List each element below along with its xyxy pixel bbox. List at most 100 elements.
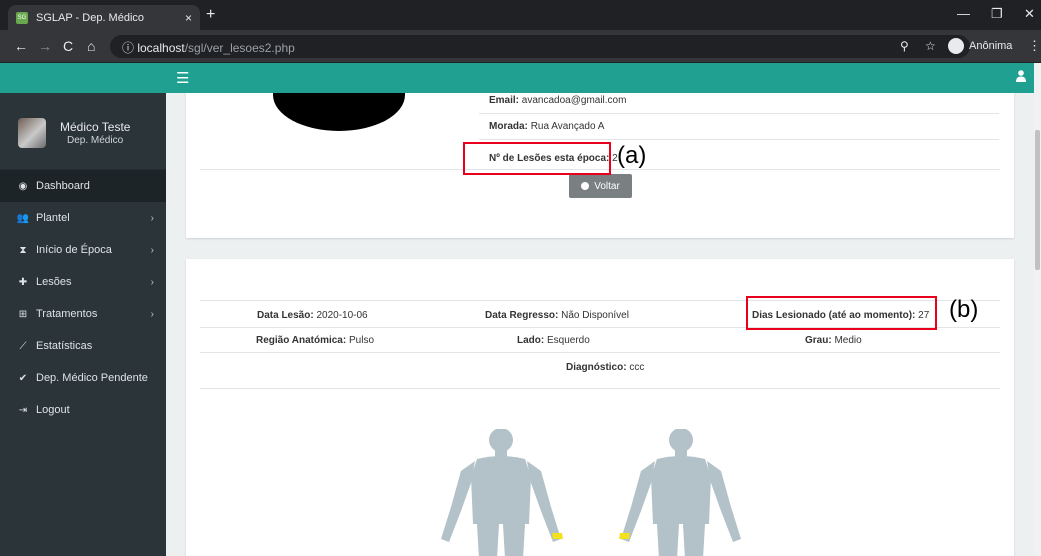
- tab-close-icon[interactable]: ×: [185, 11, 192, 25]
- injury-marker: [552, 533, 563, 539]
- morada-row: Morada: Rua Avançado A: [489, 121, 604, 132]
- sidebar-item-plantel[interactable]: 👥 Plantel ›: [0, 202, 166, 234]
- data-regresso-value: Não Disponível: [561, 310, 629, 321]
- chart-icon: ⟋: [19, 340, 27, 352]
- incognito-indicator[interactable]: Anônima: [948, 38, 1012, 54]
- body-back-figure: [619, 429, 741, 556]
- sidebar-item-label: Início de Época: [36, 244, 112, 256]
- grau-cell: Grau: Medio: [805, 335, 862, 346]
- sidebar-item-label: Lesões: [36, 276, 72, 288]
- injury-marker: [619, 533, 630, 539]
- close-window-button[interactable]: ✕: [1024, 6, 1035, 22]
- voltar-button[interactable]: Voltar: [569, 174, 632, 198]
- data-lesao-cell: Data Lesão: 2020-10-06: [257, 310, 368, 321]
- highlight-box-a: [463, 142, 611, 175]
- check-icon: ✔: [18, 372, 28, 384]
- data-regresso-cell: Data Regresso: Não Disponível: [485, 310, 629, 321]
- annotation-b: (b): [949, 296, 979, 323]
- hourglass-icon: ⧗: [19, 244, 27, 256]
- app-topbar: ☰: [0, 63, 1041, 93]
- url-text: ⓘ localhost/sgl/ver_lesoes2.php: [122, 41, 295, 55]
- highlight-box-b: [746, 296, 937, 330]
- site-favicon-icon: SG: [16, 11, 28, 24]
- lado-value: Esquerdo: [547, 335, 590, 346]
- sidebar-item-label: Dep. Médico Pendente: [36, 372, 148, 384]
- user-department: Dep. Médico: [67, 135, 124, 146]
- chevron-right-icon: ›: [150, 244, 154, 256]
- user-name: Médico Teste: [60, 120, 131, 134]
- forward-icon[interactable]: →: [38, 38, 52, 54]
- url-path: /sgl/ver_lesoes2.php: [184, 41, 295, 55]
- email-row: Email: avancadoa@gmail.com: [489, 95, 626, 106]
- regiao-cell: Região Anatómica: Pulso: [256, 335, 374, 346]
- regiao-label: Região Anatómica:: [256, 335, 347, 346]
- sidebar-item-dashboard[interactable]: ◉ Dashboard: [0, 170, 166, 202]
- divider: [479, 139, 999, 140]
- sidebar-item-label: Plantel: [36, 212, 70, 224]
- email-value: avancadoa@gmail.com: [521, 95, 627, 106]
- new-tab-button[interactable]: +: [206, 6, 215, 24]
- sidebar-item-inicio-epoca[interactable]: ⧗ Início de Época ›: [0, 234, 166, 266]
- grau-value: Medio: [834, 335, 862, 346]
- sidebar-item-estatisticas[interactable]: ⟋ Estatísticas: [0, 330, 166, 362]
- dashboard-icon: ◉: [18, 180, 28, 192]
- sidebar: Médico Teste Dep. Médico ◉ Dashboard 👥 P…: [0, 93, 166, 556]
- tab-title: SGLAP - Dep. Médico: [36, 11, 145, 24]
- lado-cell: Lado: Esquerdo: [517, 335, 590, 346]
- divider: [200, 388, 1000, 389]
- back-circle-icon: [581, 182, 590, 190]
- morada-label: Morada:: [489, 121, 528, 132]
- zoom-icon[interactable]: ⚲: [900, 39, 909, 53]
- body-front-figure: [441, 429, 563, 556]
- user-icon[interactable]: [1016, 70, 1026, 82]
- diagnostico-cell: Diagnóstico: ccc: [566, 362, 644, 373]
- chevron-right-icon: ›: [150, 276, 154, 288]
- url-host: localhost: [137, 41, 185, 55]
- browser-menu-icon[interactable]: ⋮: [1028, 38, 1041, 54]
- chevron-right-icon: ›: [150, 308, 154, 320]
- data-lesao-label: Data Lesão:: [257, 310, 314, 321]
- ambulance-icon: ✚: [18, 276, 28, 288]
- morada-value: Rua Avançado A: [530, 121, 605, 132]
- sidebar-item-dep-medico-pendente[interactable]: ✔ Dep. Médico Pendente: [0, 362, 166, 394]
- player-photo: [273, 93, 405, 131]
- avatar: [18, 118, 46, 148]
- reload-icon[interactable]: C: [63, 38, 73, 54]
- chevron-right-icon: ›: [150, 212, 154, 224]
- sidebar-item-label: Logout: [36, 404, 70, 416]
- logout-icon: ⇥: [18, 404, 28, 416]
- incognito-label: Anônima: [969, 40, 1013, 52]
- plus-square-icon: ⊞: [18, 308, 28, 320]
- sidebar-item-tratamentos[interactable]: ⊞ Tratamentos ›: [0, 298, 166, 330]
- browser-tab[interactable]: SG SGLAP - Dep. Médico ×: [8, 5, 200, 30]
- restore-button[interactable]: ❐: [991, 6, 1003, 22]
- annotation-a: (a): [617, 142, 647, 169]
- back-icon[interactable]: ←: [14, 38, 28, 54]
- sidebar-item-label: Estatísticas: [36, 340, 93, 352]
- sidebar-item-label: Dashboard: [36, 180, 90, 192]
- minimize-button[interactable]: —: [957, 6, 970, 21]
- email-label: Email:: [489, 95, 520, 106]
- divider: [200, 352, 1000, 353]
- diagnostico-value: ccc: [629, 362, 645, 373]
- grau-label: Grau:: [805, 335, 832, 346]
- voltar-label: Voltar: [594, 180, 620, 192]
- incognito-icon: [948, 38, 964, 54]
- sidebar-item-label: Tratamentos: [36, 308, 98, 320]
- browser-tab-bar: SG SGLAP - Dep. Médico × + — ❐ ✕: [0, 0, 1041, 30]
- regiao-value: Pulso: [348, 335, 374, 346]
- home-icon[interactable]: ⌂: [87, 38, 95, 54]
- address-bar[interactable]: ⓘ localhost/sgl/ver_lesoes2.php ⚲ ☆: [110, 35, 970, 58]
- user-panel: Médico Teste Dep. Médico: [0, 93, 166, 170]
- lado-label: Lado:: [517, 335, 545, 346]
- browser-toolbar: ← → C ⌂ ⓘ localhost/sgl/ver_lesoes2.php …: [0, 30, 1041, 63]
- bookmark-star-icon[interactable]: ☆: [925, 39, 936, 53]
- sidebar-item-logout[interactable]: ⇥ Logout: [0, 394, 166, 426]
- divider: [479, 113, 999, 114]
- scrollbar-thumb[interactable]: [1035, 130, 1040, 270]
- data-lesao-value: 2020-10-06: [316, 310, 368, 321]
- diagnostico-label: Diagnóstico:: [566, 362, 627, 373]
- sidebar-item-lesoes[interactable]: ✚ Lesões ›: [0, 266, 166, 298]
- menu-toggle-icon[interactable]: ☰: [176, 69, 189, 87]
- users-icon: 👥: [16, 212, 30, 224]
